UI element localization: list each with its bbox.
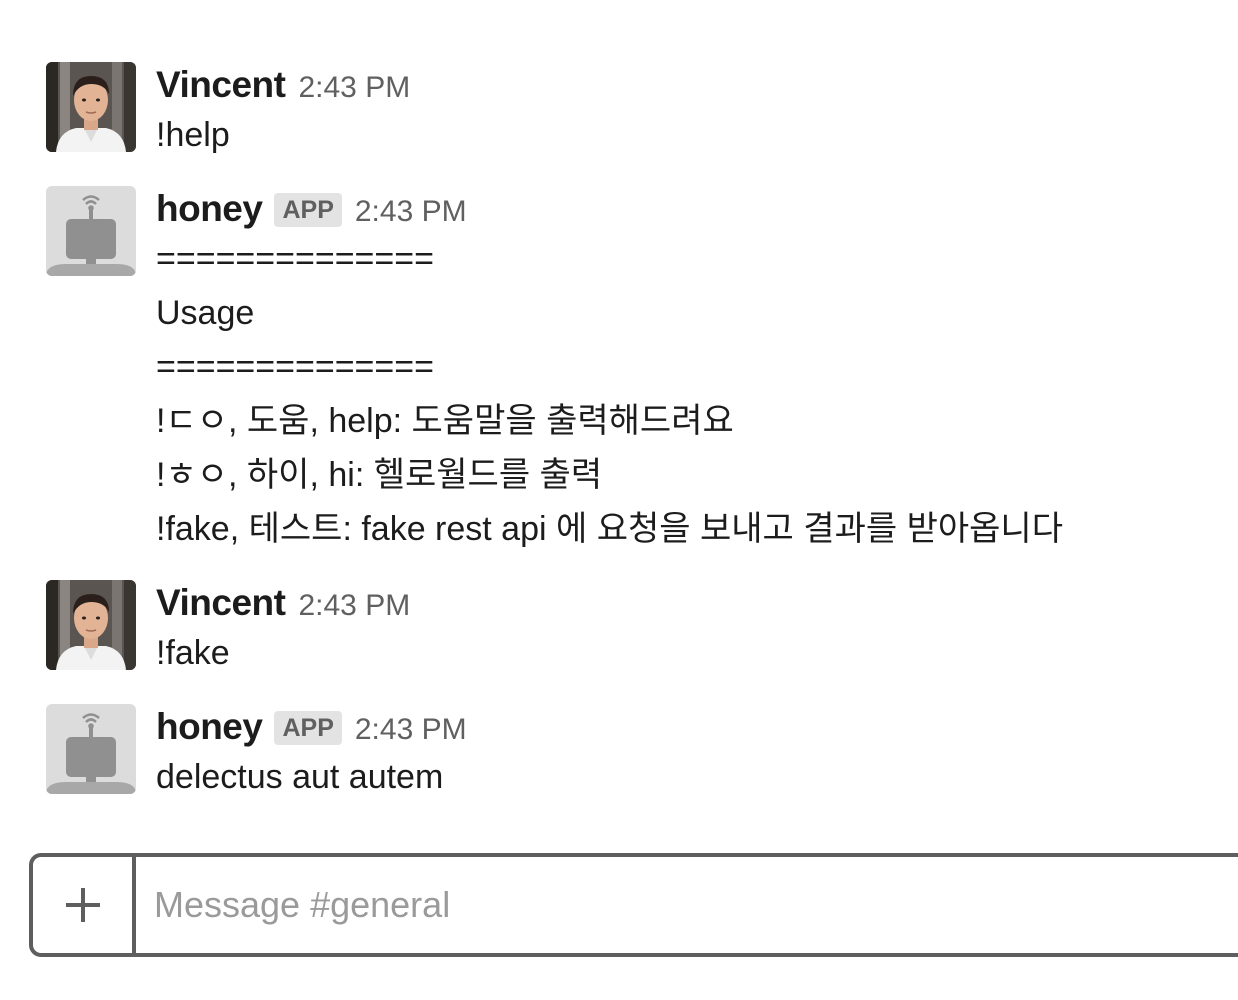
robot-icon bbox=[46, 186, 136, 276]
app-badge: APP bbox=[274, 193, 342, 227]
timestamp[interactable]: 2:43 PM bbox=[355, 707, 467, 753]
message-header: Vincent 2:43 PM bbox=[156, 62, 1238, 108]
author-name[interactable]: Vincent bbox=[156, 62, 286, 108]
app-badge: APP bbox=[274, 711, 342, 745]
avatar[interactable] bbox=[46, 580, 136, 670]
timestamp[interactable]: 2:43 PM bbox=[298, 583, 410, 629]
user-avatar-icon bbox=[46, 580, 136, 670]
message-text: !ㄷㅇ, 도움, help: 도움말을 출력해드려요 bbox=[156, 402, 734, 440]
message-content: honey APP 2:43 PM delectus aut autem bbox=[156, 704, 1238, 804]
message-text: delectus aut autem bbox=[156, 758, 444, 796]
timestamp[interactable]: 2:43 PM bbox=[298, 65, 410, 111]
author-name[interactable]: Vincent bbox=[156, 580, 286, 626]
message-text: !fake, 테스트: fake rest api 에 요청을 보내고 결과를 … bbox=[156, 510, 1063, 548]
avatar[interactable] bbox=[46, 62, 136, 152]
avatar[interactable] bbox=[46, 704, 136, 794]
message-input[interactable] bbox=[136, 857, 1238, 953]
user-avatar-icon bbox=[46, 62, 136, 152]
author-name[interactable]: honey bbox=[156, 186, 263, 232]
message-text: !ㅎㅇ, 하이, hi: 헬로월드를 출력 bbox=[156, 456, 603, 494]
message-text: ============== bbox=[156, 348, 434, 386]
message-text: ============== bbox=[156, 240, 434, 278]
message-composer bbox=[29, 853, 1238, 957]
message-content: honey APP 2:43 PM ============== Usage =… bbox=[156, 186, 1238, 556]
message-text: !help bbox=[156, 116, 230, 154]
chat-window: { "messages": [ { "author": "Vincent", "… bbox=[0, 0, 1238, 1000]
message-header: honey APP 2:43 PM bbox=[156, 186, 1238, 232]
message-text: !fake bbox=[156, 634, 230, 672]
robot-icon bbox=[46, 704, 136, 794]
timestamp[interactable]: 2:43 PM bbox=[355, 189, 467, 235]
plus-icon bbox=[65, 888, 100, 922]
message-content: Vincent 2:43 PM !fake bbox=[156, 580, 1238, 680]
add-attachment-button[interactable] bbox=[33, 857, 136, 953]
message-header: honey APP 2:43 PM bbox=[156, 704, 1238, 750]
author-name[interactable]: honey bbox=[156, 704, 263, 750]
message-content: Vincent 2:43 PM !help bbox=[156, 62, 1238, 162]
message-header: Vincent 2:43 PM bbox=[156, 580, 1238, 626]
message-text: Usage bbox=[156, 294, 255, 332]
avatar[interactable] bbox=[46, 186, 136, 276]
